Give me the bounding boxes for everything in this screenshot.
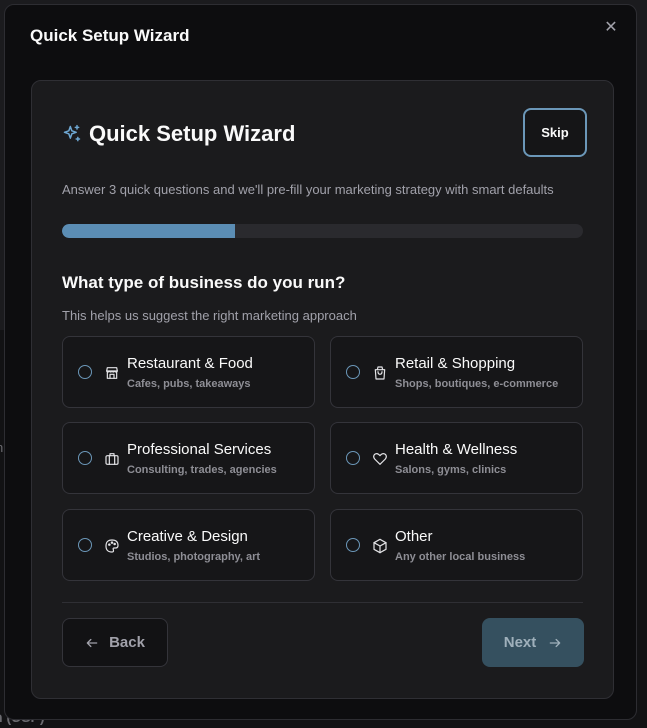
option-label: Restaurant & Food (127, 355, 253, 372)
radio-button[interactable] (78, 451, 92, 465)
option-label: Health & Wellness (395, 441, 518, 458)
next-button-label: Next (503, 634, 537, 651)
box-icon (373, 538, 387, 554)
option-description: Consulting, trades, agencies (127, 464, 277, 476)
option-other[interactable]: Other Any other local business (330, 509, 583, 581)
radio-button[interactable] (78, 365, 92, 379)
progress-fill (62, 224, 236, 238)
wizard-intro: Answer 3 quick questions and we'll pre-f… (62, 182, 554, 197)
option-creative-design[interactable]: Creative & Design Studios, photography, … (62, 509, 315, 581)
sparkles-icon (63, 124, 81, 142)
close-icon: ✕ (604, 19, 618, 36)
question-help: This helps us suggest the right marketin… (62, 308, 357, 323)
option-restaurant-food[interactable]: Restaurant & Food Cafes, pubs, takeaways (62, 336, 315, 408)
divider (62, 602, 583, 603)
option-description: Salons, gyms, clinics (395, 464, 507, 476)
next-button[interactable]: Next (482, 618, 584, 667)
option-description: Cafes, pubs, takeaways (127, 378, 251, 390)
option-description: Any other local business (395, 551, 526, 563)
back-button[interactable]: Back (62, 618, 168, 667)
palette-icon (105, 539, 119, 553)
close-button[interactable]: ✕ (602, 19, 620, 37)
wizard-title: Quick Setup Wizard (89, 121, 296, 146)
option-health-wellness[interactable]: Health & Wellness Salons, gyms, clinics (330, 422, 583, 494)
question-title: What type of business do you run? (62, 273, 346, 292)
briefcase-icon (105, 453, 119, 465)
arrow-left-icon (86, 638, 98, 647)
wizard-header: Quick Setup Wizard (62, 121, 295, 147)
option-label: Professional Services (127, 441, 272, 458)
skip-button[interactable]: Skip (523, 108, 587, 157)
option-description: Shops, boutiques, e-commerce (395, 378, 559, 390)
shopping-bag-icon (374, 366, 386, 380)
option-label: Creative & Design (127, 528, 248, 545)
wizard-card: Quick Setup Wizard Skip Answer 3 quick q… (31, 80, 614, 699)
option-professional-services[interactable]: Professional Services Consulting, trades… (62, 422, 315, 494)
progress-bar (62, 224, 583, 238)
option-retail-shopping[interactable]: Retail & Shopping Shops, boutiques, e-co… (330, 336, 583, 408)
option-description: Studios, photography, art (127, 551, 261, 563)
radio-button[interactable] (78, 538, 92, 552)
option-label: Retail & Shopping (395, 355, 516, 372)
store-icon (106, 367, 118, 379)
background-text-fragment: n (0, 440, 3, 455)
dialog-title: Quick Setup Wizard (30, 26, 190, 45)
radio-button[interactable] (346, 451, 360, 465)
heart-icon (373, 452, 387, 465)
radio-button[interactable] (346, 365, 360, 379)
setup-dialog: Quick Setup Wizard ✕ Quick Setup Wizard … (4, 4, 637, 720)
arrow-right-icon (549, 638, 561, 647)
radio-button[interactable] (346, 538, 360, 552)
option-label: Other (395, 528, 433, 545)
back-button-label: Back (109, 634, 145, 651)
